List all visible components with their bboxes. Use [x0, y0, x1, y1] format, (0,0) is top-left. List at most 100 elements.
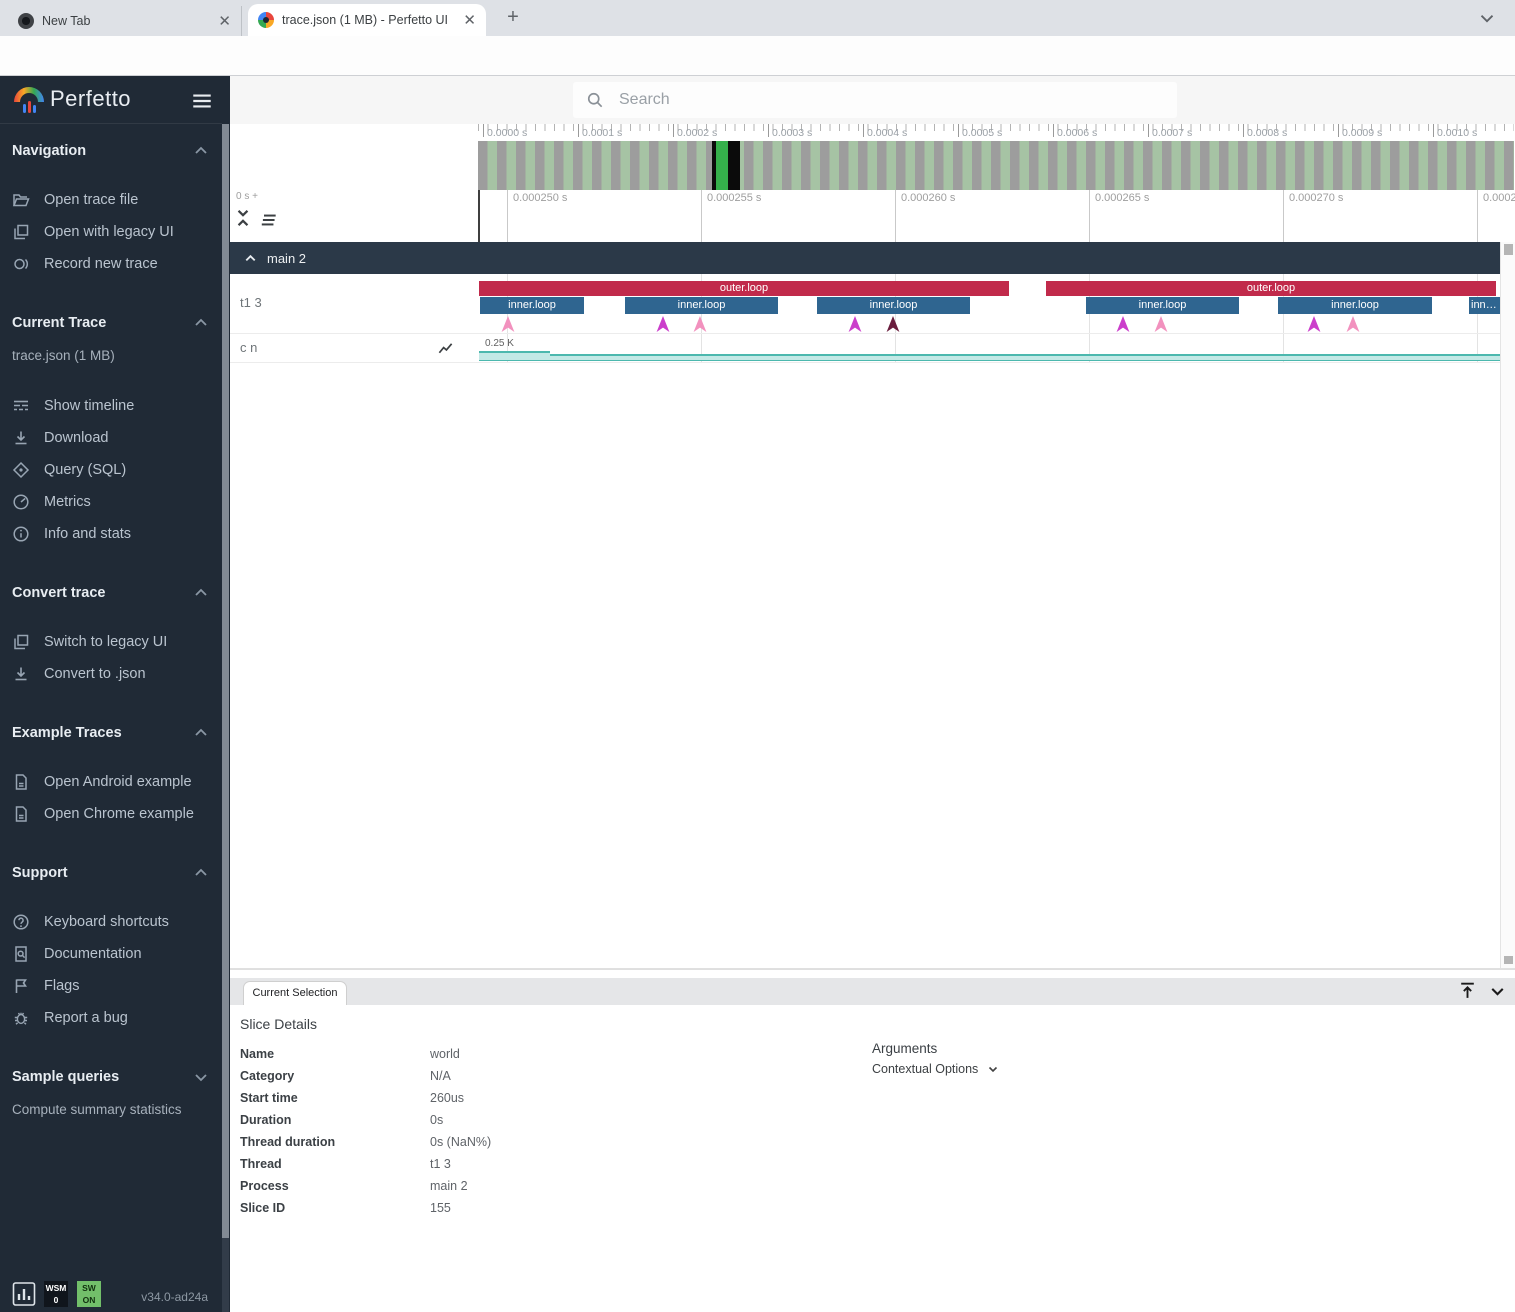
ruler-tick-label: 0.0003 s [772, 127, 812, 139]
sidebar-section-convert-trace: Convert trace Switch to legacy UIConvert … [0, 584, 222, 690]
scrollbar-thumb[interactable] [1504, 244, 1513, 255]
sidebar-section-header-sample-queries[interactable]: Sample queries [0, 1068, 222, 1086]
ruler-major-tick [1433, 124, 1434, 137]
sidebar-section-header-support[interactable]: Support [0, 864, 222, 882]
sidebar-scrollbar-thumb[interactable] [222, 124, 229, 1238]
timeline-vertical-scrollbar[interactable] [1500, 242, 1515, 968]
help-icon [12, 913, 30, 931]
sidebar-section-header-convert-trace[interactable]: Convert trace [0, 584, 222, 602]
sidebar-item-convert-to-json[interactable]: Convert to .json [0, 658, 222, 690]
minimap-selection-highlight [716, 141, 728, 190]
time-gridline [701, 190, 702, 242]
sidebar-item-open-chrome-example[interactable]: Open Chrome example [0, 798, 222, 830]
metrics-icon [12, 493, 30, 511]
collapse-tracks-icon[interactable] [233, 208, 253, 228]
slice-detail-row-name: Nameworld [240, 1043, 491, 1065]
chevron-up-icon[interactable] [243, 251, 258, 266]
scrollbar-thumb-bottom[interactable] [1504, 956, 1513, 964]
sidebar-item-download[interactable]: Download [0, 422, 222, 454]
instant-arrow-pink[interactable] [1346, 316, 1360, 332]
chevron-down-icon[interactable] [192, 1068, 210, 1086]
counter-segment[interactable] [550, 354, 1512, 361]
expand-panel-icon[interactable] [1457, 980, 1478, 1001]
instant-arrow-magenta[interactable] [1116, 316, 1130, 332]
sidebar-item-open-trace-file[interactable]: Open trace file [0, 184, 222, 216]
contextual-options-dropdown[interactable]: Contextual Options [872, 1062, 999, 1076]
sidebar-section-header-navigation[interactable]: Navigation [0, 142, 222, 160]
omnibox-bar: Search [230, 76, 1515, 124]
sidebar-item-metrics[interactable]: Metrics [0, 486, 222, 518]
ruler-major-tick [483, 124, 484, 137]
slice-inner-loop[interactable]: inner.loop [1278, 297, 1432, 314]
detail-value: 0s [430, 1113, 443, 1127]
sidebar-item-keyboard-shortcuts[interactable]: Keyboard shortcuts [0, 906, 222, 938]
sidebar-item-show-timeline[interactable]: Show timeline [0, 390, 222, 422]
menu-hamburger-icon[interactable] [190, 89, 214, 113]
slice-outer-loop[interactable]: outer.loop [1046, 281, 1496, 296]
time-grid-label: 0.0002 [1483, 192, 1515, 204]
thread-track-label[interactable]: t1 3 [240, 295, 262, 310]
chevron-up-icon[interactable] [192, 864, 210, 882]
process-group-header[interactable]: main 2 [230, 242, 1500, 274]
browser-tab-perfetto[interactable]: trace.json (1 MB) - Perfetto UI ✕ [248, 4, 486, 36]
show-chart-icon[interactable] [437, 340, 454, 357]
instant-arrow-pink[interactable] [501, 316, 515, 332]
counter-track-label[interactable]: c n [240, 340, 257, 355]
instant-arrow-pink[interactable] [693, 316, 707, 332]
sidebar-item-documentation[interactable]: Documentation [0, 938, 222, 970]
sidebar-item-record-new-trace[interactable]: Record new trace [0, 248, 222, 280]
hiring-chart-icon[interactable] [12, 1281, 36, 1307]
sidebar-item-flags[interactable]: Flags [0, 970, 222, 1002]
ruler-tick-label: 0.0001 s [582, 127, 622, 139]
time-grid-label: 0.000270 s [1289, 192, 1343, 204]
sidebar-item-open-android-example[interactable]: Open Android example [0, 766, 222, 798]
instant-arrow-magenta[interactable] [656, 316, 670, 332]
chevron-up-icon[interactable] [192, 724, 210, 742]
slice-inner-loop[interactable]: inner.loop [1086, 297, 1239, 314]
browser-tab-newtab[interactable]: New Tab ✕ [8, 6, 242, 36]
sidebar-scrollbar[interactable] [222, 124, 229, 1312]
ruler-tick-label: 0.0002 s [677, 127, 717, 139]
sidebar-header: Perfetto [0, 76, 222, 124]
collapse-panel-chevron-icon[interactable] [1487, 981, 1508, 1002]
slice-outer-loop[interactable]: outer.loop [479, 281, 1009, 296]
tab-search-chevron-icon[interactable] [1476, 7, 1498, 29]
slice-inner-loop[interactable]: inner.loop [480, 297, 584, 314]
slice-inner-loop[interactable]: inner.loop [817, 297, 970, 314]
time-gridline [1283, 190, 1284, 242]
instant-arrow-magenta[interactable] [848, 316, 862, 332]
sidebar-section-header-example-traces[interactable]: Example Traces [0, 724, 222, 742]
sidebar-item-switch-to-legacy-ui[interactable]: Switch to legacy UI [0, 626, 222, 658]
chevron-up-icon[interactable] [192, 142, 210, 160]
minimap-selection[interactable] [712, 141, 740, 190]
chevron-up-icon[interactable] [192, 314, 210, 332]
detail-key: Start time [240, 1091, 430, 1105]
sidebar-item-query-sql[interactable]: Query (SQL) [0, 454, 222, 486]
slice-details-heading: Slice Details [240, 1016, 317, 1032]
instant-arrow-magenta[interactable] [1307, 316, 1321, 332]
tab-close-icon[interactable]: ✕ [218, 14, 231, 29]
ruler-tick-label: 0.0006 s [1057, 127, 1097, 139]
sidebar-item-open-with-legacy-ui[interactable]: Open with legacy UI [0, 216, 222, 248]
search-input[interactable]: Search [573, 82, 1177, 118]
slice-inner-loop[interactable]: inner.loop [625, 297, 778, 314]
bug-icon [12, 1009, 30, 1027]
sidebar-item-info-and-stats[interactable]: Info and stats [0, 518, 222, 550]
chevron-up-icon[interactable] [192, 584, 210, 602]
instant-arrow-maroon[interactable] [886, 316, 900, 332]
tab-close-icon[interactable]: ✕ [463, 13, 476, 28]
tab-current-selection[interactable]: Current Selection [243, 981, 347, 1005]
slice-detail-row-slice-id: Slice ID155 [240, 1197, 491, 1219]
detail-key: Thread duration [240, 1135, 430, 1149]
clear-all-icon[interactable] [259, 210, 279, 230]
detail-key: Thread [240, 1157, 430, 1171]
find-doc-icon [12, 945, 30, 963]
info-icon [12, 525, 30, 543]
new-tab-button[interactable]: + [500, 5, 526, 31]
slice-inner-loop[interactable]: inner.loop [1469, 297, 1500, 314]
sidebar-section-header-current-trace[interactable]: Current Trace [0, 314, 222, 332]
instant-arrow-pink[interactable] [1154, 316, 1168, 332]
overview-minimap[interactable] [478, 141, 1514, 190]
sidebar-item-report-a-bug[interactable]: Report a bug [0, 1002, 222, 1034]
counter-segment[interactable] [479, 351, 550, 361]
